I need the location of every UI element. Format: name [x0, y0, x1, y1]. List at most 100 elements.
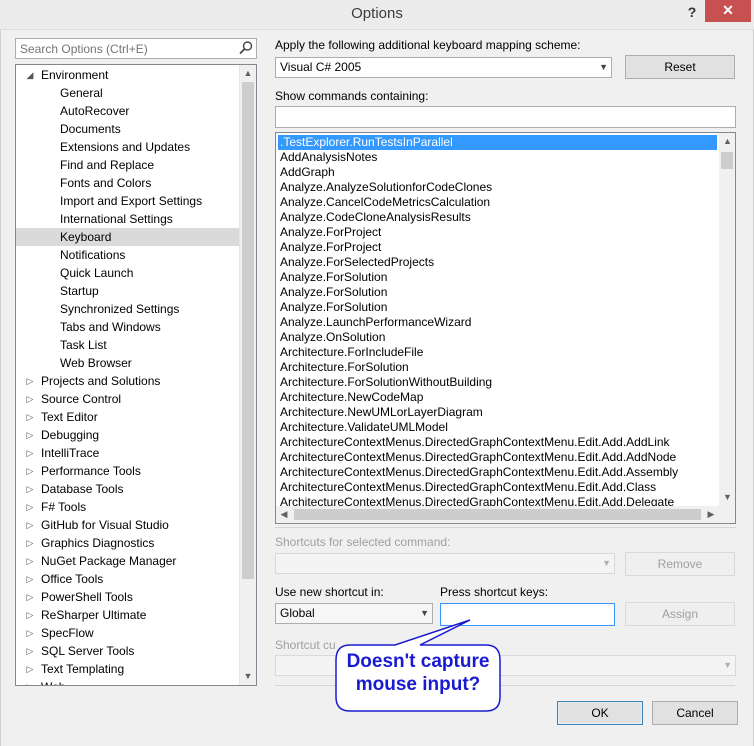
tree-item[interactable]: ▷ IntelliTrace: [16, 444, 240, 462]
collapsed-arrow-icon[interactable]: ▷: [24, 606, 36, 624]
search-options-field[interactable]: [15, 38, 257, 59]
collapsed-arrow-icon[interactable]: ▷: [24, 642, 36, 660]
tree-item[interactable]: AutoRecover: [16, 102, 240, 120]
tree-item[interactable]: Task List: [16, 336, 240, 354]
collapsed-arrow-icon[interactable]: ▷: [24, 678, 36, 685]
tree-item[interactable]: Import and Export Settings: [16, 192, 240, 210]
tree-item[interactable]: ▷ Debugging: [16, 426, 240, 444]
tree-item[interactable]: Fonts and Colors: [16, 174, 240, 192]
press-shortcut-keys-input[interactable]: [440, 603, 615, 626]
scroll-right-arrow-icon[interactable]: ▶: [703, 506, 719, 523]
collapsed-arrow-icon[interactable]: ▷: [24, 570, 36, 588]
collapsed-arrow-icon[interactable]: ▷: [24, 498, 36, 516]
commands-hscroll-thumb[interactable]: [294, 509, 701, 520]
options-tree[interactable]: ▷ Web ▷ Text Templating ▷ SQL Server Tools ▷ Sp…: [15, 64, 257, 686]
tree-item[interactable]: ▷ SQL Server Tools: [16, 642, 240, 660]
collapsed-arrow-icon[interactable]: ▷: [24, 624, 36, 642]
tree-item[interactable]: Documents: [16, 120, 240, 138]
collapsed-arrow-icon[interactable]: ▷: [24, 408, 36, 426]
tree-item[interactable]: Notifications: [16, 246, 240, 264]
command-list-item[interactable]: Architecture.NewUMLorLayerDiagram: [278, 405, 483, 420]
command-list-item[interactable]: AddGraph: [278, 165, 335, 180]
command-list-item[interactable]: Architecture.ForSolutionWithoutBuilding: [278, 375, 492, 390]
command-list-item[interactable]: .TestExplorer.RunTestsInParallel: [277, 134, 718, 151]
tree-item[interactable]: Keyboard: [16, 228, 240, 246]
tree-item[interactable]: ◢ Environment: [16, 66, 240, 84]
command-list-item[interactable]: Architecture.ForIncludeFile: [278, 345, 423, 360]
ok-button[interactable]: OK: [557, 701, 643, 725]
tree-scroll-thumb[interactable]: [242, 82, 254, 579]
scroll-left-arrow-icon[interactable]: ◀: [276, 506, 292, 523]
assign-button[interactable]: Assign: [625, 602, 735, 626]
collapsed-arrow-icon[interactable]: ▷: [24, 534, 36, 552]
tree-item[interactable]: ▷ Performance Tools: [16, 462, 240, 480]
command-list-item[interactable]: Analyze.CancelCodeMetricsCalculation: [278, 195, 490, 210]
search-icon[interactable]: [238, 40, 254, 56]
tree-item[interactable]: Synchronized Settings: [16, 300, 240, 318]
collapsed-arrow-icon[interactable]: ▷: [24, 552, 36, 570]
tree-item[interactable]: ▷ Graphics Diagnostics: [16, 534, 240, 552]
command-list-item[interactable]: Analyze.AnalyzeSolutionforCodeClones: [278, 180, 492, 195]
tree-item[interactable]: ▷ Text Editor: [16, 408, 240, 426]
collapsed-arrow-icon[interactable]: ▷: [24, 516, 36, 534]
tree-item[interactable]: Find and Replace: [16, 156, 240, 174]
tree-item[interactable]: Extensions and Updates: [16, 138, 240, 156]
command-list-item[interactable]: Analyze.LaunchPerformanceWizard: [278, 315, 471, 330]
tree-item[interactable]: General: [16, 84, 240, 102]
command-list-item[interactable]: Analyze.ForSolution: [278, 285, 387, 300]
collapsed-arrow-icon[interactable]: ▷: [24, 480, 36, 498]
command-list-item[interactable]: Analyze.OnSolution: [278, 330, 385, 345]
tree-item[interactable]: ▷ F# Tools: [16, 498, 240, 516]
command-list-item[interactable]: Analyze.ForSolution: [278, 270, 387, 285]
collapsed-arrow-icon[interactable]: ▷: [24, 444, 36, 462]
command-list-item[interactable]: Analyze.ForProject: [278, 240, 381, 255]
expanded-arrow-icon[interactable]: ◢: [24, 66, 36, 84]
command-list-item[interactable]: ArchitectureContextMenus.DirectedGraphCo…: [278, 480, 656, 495]
tree-item[interactable]: ▷ Office Tools: [16, 570, 240, 588]
help-button[interactable]: ?: [682, 3, 702, 23]
tree-item[interactable]: ▷ GitHub for Visual Studio: [16, 516, 240, 534]
command-list-item[interactable]: ArchitectureContextMenus.DirectedGraphCo…: [278, 465, 678, 480]
commands-scroll-thumb[interactable]: [721, 152, 733, 169]
mapping-scheme-dropdown[interactable]: Visual C# 2005 ▼: [275, 57, 612, 78]
scroll-up-arrow-icon[interactable]: ▲: [240, 65, 256, 82]
command-list-item[interactable]: AddAnalysisNotes: [278, 150, 377, 165]
commands-list[interactable]: ArchitectureContextMenus.DirectedGraphCo…: [275, 132, 736, 524]
tree-item[interactable]: ▷ Source Control: [16, 390, 240, 408]
tree-item[interactable]: Web Browser: [16, 354, 240, 372]
command-list-item[interactable]: Architecture.NewCodeMap: [278, 390, 423, 405]
command-list-item[interactable]: Analyze.ForSelectedProjects: [278, 255, 434, 270]
command-list-item[interactable]: Architecture.ForSolution: [278, 360, 409, 375]
tree-item[interactable]: ▷ Text Templating: [16, 660, 240, 678]
command-list-item[interactable]: Analyze.ForSolution: [278, 300, 387, 315]
tree-item[interactable]: Tabs and Windows: [16, 318, 240, 336]
tree-item[interactable]: ▷ ReSharper Ultimate: [16, 606, 240, 624]
remove-button[interactable]: Remove: [625, 552, 735, 576]
collapsed-arrow-icon[interactable]: ▷: [24, 426, 36, 444]
command-list-item[interactable]: ArchitectureContextMenus.DirectedGraphCo…: [278, 450, 676, 465]
command-list-item[interactable]: Analyze.ForProject: [278, 225, 381, 240]
show-commands-input[interactable]: [275, 106, 736, 128]
tree-item[interactable]: Startup: [16, 282, 240, 300]
command-list-item[interactable]: Architecture.ValidateUMLModel: [278, 420, 448, 435]
commands-hscrollbar[interactable]: ◀ ▶: [276, 506, 719, 523]
tree-item[interactable]: ▷ Web: [16, 678, 240, 685]
tree-item[interactable]: International Settings: [16, 210, 240, 228]
collapsed-arrow-icon[interactable]: ▷: [24, 660, 36, 678]
collapsed-arrow-icon[interactable]: ▷: [24, 372, 36, 390]
collapsed-arrow-icon[interactable]: ▷: [24, 390, 36, 408]
tree-item[interactable]: ▷ SpecFlow: [16, 624, 240, 642]
collapsed-arrow-icon[interactable]: ▷: [24, 588, 36, 606]
reset-button[interactable]: Reset: [625, 55, 735, 79]
use-new-shortcut-dropdown[interactable]: Global ▼: [275, 603, 433, 624]
tree-item[interactable]: ▷ Database Tools: [16, 480, 240, 498]
command-list-item[interactable]: ArchitectureContextMenus.DirectedGraphCo…: [278, 435, 670, 450]
close-button[interactable]: ✕: [705, 0, 751, 22]
scroll-up-arrow-icon[interactable]: ▲: [719, 133, 735, 150]
tree-item[interactable]: ▷ PowerShell Tools: [16, 588, 240, 606]
tree-scrollbar[interactable]: ▲ ▼: [239, 65, 256, 685]
command-list-item[interactable]: Analyze.CodeCloneAnalysisResults: [278, 210, 471, 225]
search-input[interactable]: [16, 39, 231, 58]
tree-item[interactable]: ▷ Projects and Solutions: [16, 372, 240, 390]
collapsed-arrow-icon[interactable]: ▷: [24, 462, 36, 480]
